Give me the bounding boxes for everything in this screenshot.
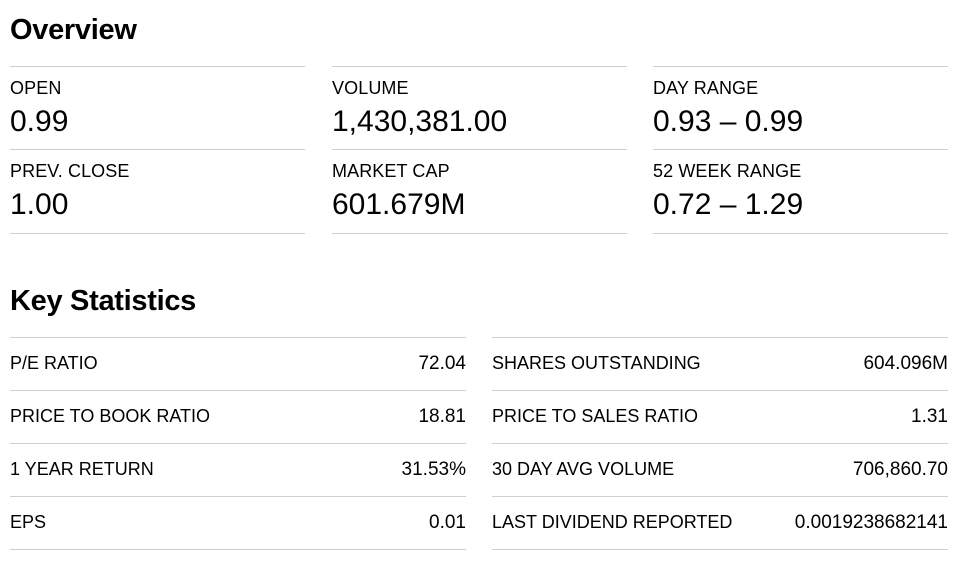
thirty-day-avg-volume-label: 30 DAY AVG VOLUME [492, 459, 675, 479]
prev-close-value: 1.00 [10, 188, 69, 221]
last-dividend-value: 0.0019238682141 [794, 512, 948, 533]
overview-cell-open: OPEN 0.99 [10, 66, 305, 149]
52-week-range-value: 0.72 – 1.29 [653, 188, 804, 221]
table-row: EPS 0.01 [10, 496, 466, 549]
table-row: PRICE TO BOOK RATIO 18.81 [10, 390, 466, 443]
open-value: 0.99 [10, 105, 69, 138]
pe-ratio-label: P/E RATIO [10, 353, 98, 373]
price-to-sales-label: PRICE TO SALES RATIO [492, 406, 699, 426]
table-row: SHARES OUTSTANDING 604.096M [492, 337, 948, 390]
price-to-sales-value: 1.31 [911, 406, 948, 427]
52-week-range-label: 52 WEEK RANGE [653, 161, 802, 181]
prev-close-label: PREV. CLOSE [10, 161, 130, 181]
table-row: 1 YEAR RETURN 31.53% [10, 443, 466, 496]
overview-cell-volume: VOLUME 1,430,381.00 [332, 66, 627, 149]
day-range-label: DAY RANGE [653, 78, 759, 98]
volume-label: VOLUME [332, 78, 409, 98]
last-dividend-label: LAST DIVIDEND REPORTED [492, 512, 733, 532]
overview-title: Overview [10, 14, 137, 46]
table-row: LAST DIVIDEND REPORTED 0.0019238682141 [492, 496, 948, 549]
eps-label: EPS [10, 512, 47, 532]
price-to-book-value: 18.81 [418, 406, 466, 427]
thirty-day-avg-volume-value: 706,860.70 [852, 459, 948, 480]
volume-value: 1,430,381.00 [332, 105, 508, 138]
price-to-book-label: PRICE TO BOOK RATIO [10, 406, 211, 426]
key-statistics-right-table: SHARES OUTSTANDING 604.096M PRICE TO SAL… [492, 337, 948, 550]
one-year-return-value: 31.53% [401, 459, 466, 480]
day-range-value: 0.93 – 0.99 [653, 105, 804, 138]
key-statistics-title: Key Statistics [10, 285, 196, 317]
table-row: PRICE TO SALES RATIO 1.31 [492, 390, 948, 443]
open-label: OPEN [10, 78, 62, 98]
one-year-return-label: 1 YEAR RETURN [10, 459, 154, 479]
shares-outstanding-value: 604.096M [863, 353, 948, 374]
market-cap-label: MARKET CAP [332, 161, 450, 181]
key-statistics-left-table: P/E RATIO 72.04 PRICE TO BOOK RATIO 18.8… [10, 337, 466, 550]
market-cap-value: 601.679M [332, 188, 466, 221]
table-row: 30 DAY AVG VOLUME 706,860.70 [492, 443, 948, 496]
overview-cell-day-range: DAY RANGE 0.93 – 0.99 [653, 66, 948, 149]
table-row: P/E RATIO 72.04 [10, 337, 466, 390]
overview-cell-prev-close: PREV. CLOSE 1.00 [10, 149, 305, 234]
shares-outstanding-label: SHARES OUTSTANDING [492, 353, 701, 373]
pe-ratio-value: 72.04 [418, 353, 466, 374]
eps-value: 0.01 [429, 512, 466, 533]
overview-cell-market-cap: MARKET CAP 601.679M [332, 149, 627, 234]
overview-cell-52-week-range: 52 WEEK RANGE 0.72 – 1.29 [653, 149, 948, 234]
